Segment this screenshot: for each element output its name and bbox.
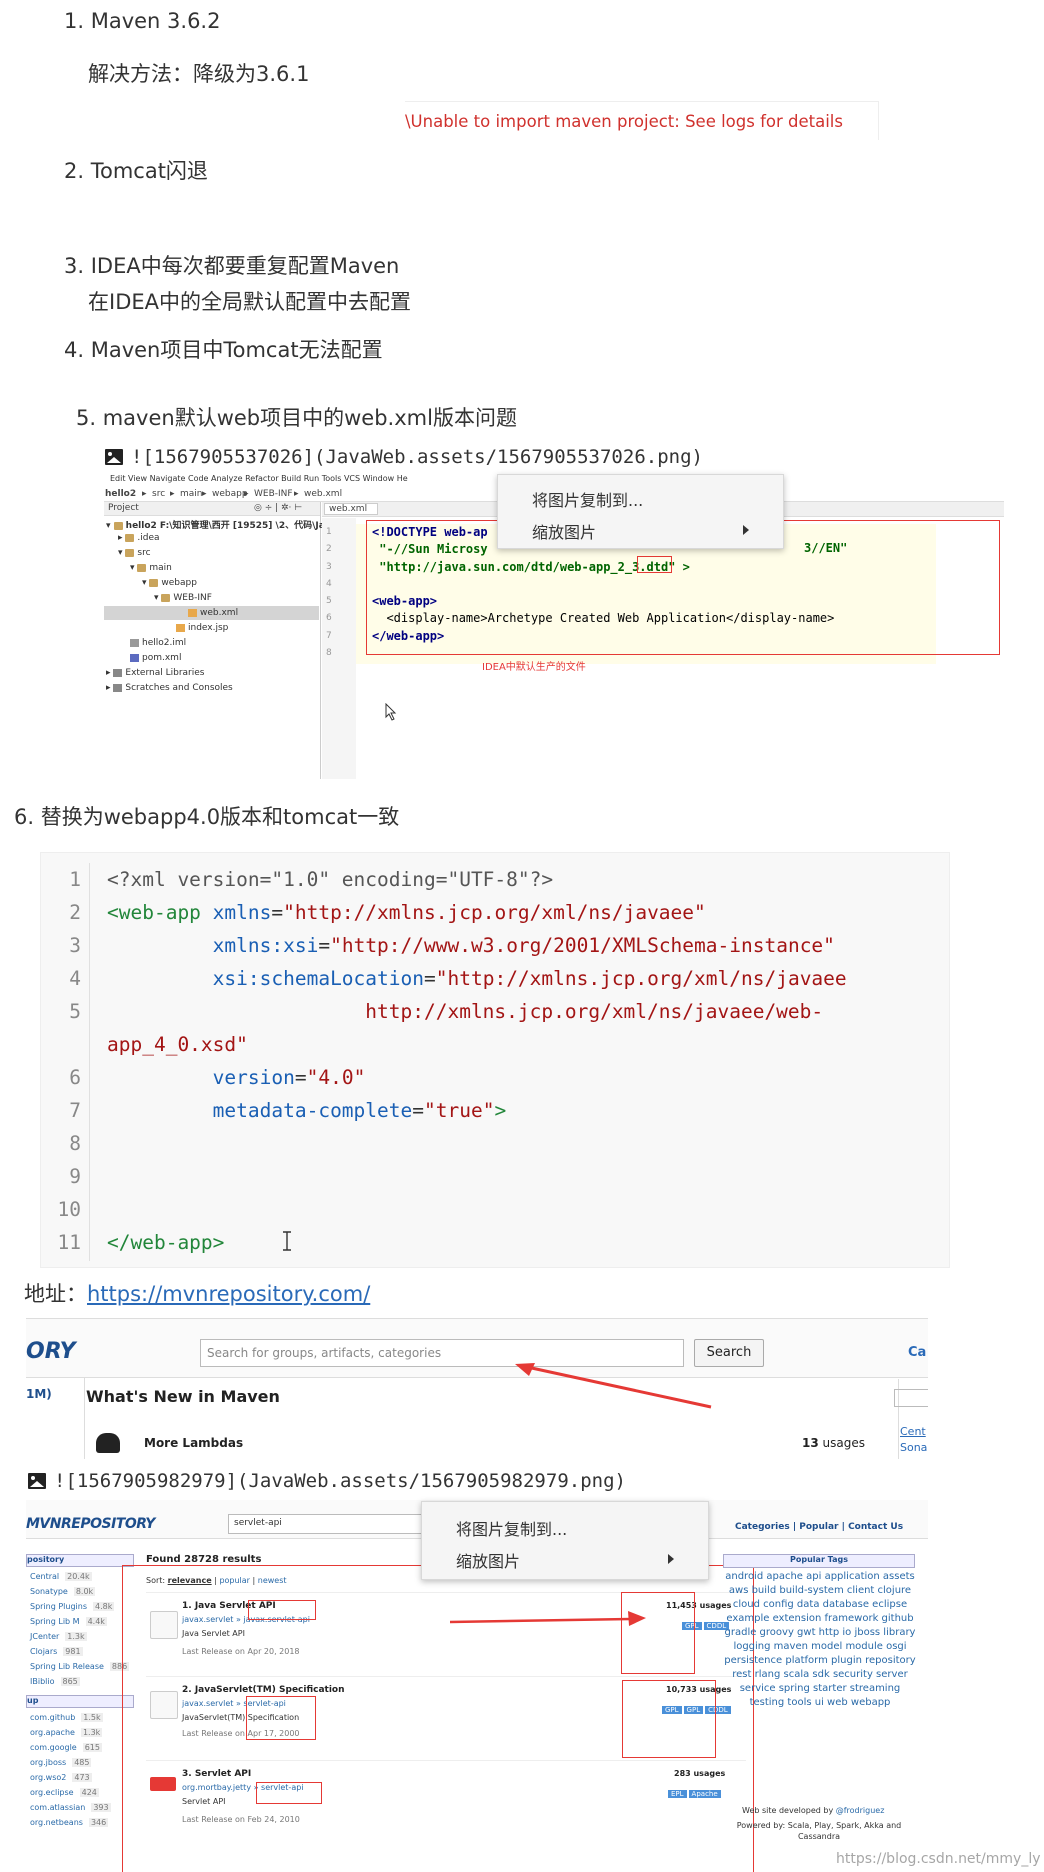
mvn-whats-new: What's New in Maven: [86, 1387, 280, 1406]
side-item[interactable]: org.wso2 473: [28, 1773, 92, 1782]
image-icon: [28, 1473, 46, 1489]
side-item[interactable]: org.netbeans 346: [28, 1818, 109, 1827]
list-item-5: 5. maven默认web项目中的web.xml版本问题: [76, 406, 517, 430]
list-item-1-solution: 解决方法：降级为3.6.1: [88, 62, 310, 86]
tree-item-webapp[interactable]: ▾ webapp: [142, 578, 197, 588]
tree-item-external-libraries[interactable]: ▸ External Libraries: [106, 668, 204, 678]
list-item-1: 1. Maven 3.6.2: [64, 9, 221, 33]
image-icon: [105, 449, 123, 465]
code-content: <?xml version="1.0" encoding="UTF-8"?> <…: [107, 868, 847, 1254]
side-item[interactable]: org.eclipse 424: [28, 1788, 99, 1797]
context-menu-1: 将图片复制到... 缩放图片: [497, 474, 784, 549]
ide-annotation: IDEA中默认生产的文件: [482, 662, 586, 673]
watermark: https://blog.csdn.net/mmy_ly: [836, 1851, 1041, 1867]
tree-item-main[interactable]: ▾ main: [130, 563, 172, 573]
side-item[interactable]: Sonatype 8.0k: [28, 1587, 96, 1596]
side-item[interactable]: Spring Plugins 4.8k: [28, 1602, 115, 1611]
side-item[interactable]: org.apache 1.3k: [28, 1728, 103, 1737]
powered-by: Powered by: Scala, Play, Spark, Akka and…: [736, 1821, 902, 1841]
error-message: \Unable to import maven project: See log…: [405, 112, 843, 131]
tree-item-index-jsp[interactable]: index.jsp: [176, 623, 228, 633]
list-item-3: 3. IDEA中每次都要重复配置Maven: [64, 254, 400, 278]
popular-tags-heading: Popular Tags: [723, 1554, 915, 1568]
mvn2-logo: MVNREPOSITORY: [26, 1516, 155, 1532]
code-block: 1 2 3 4 5 6 7 8 9 10 11 <?xml version="1…: [40, 852, 950, 1268]
mvn-screenshot-1: ORY Search for groups, artifacts, catego…: [26, 1318, 928, 1459]
mvn2-found: Found 28728 results: [146, 1554, 262, 1565]
side-item[interactable]: Central 20.4k: [28, 1572, 92, 1581]
menu-zoom-image[interactable]: 缩放图片: [456, 1548, 520, 1572]
project-panel: Project ◎ ÷ | ✲· ⊢ ▾ hello2 F:\知识管理\西开 […: [104, 502, 331, 779]
nav-categories[interactable]: Categories: [735, 1522, 790, 1532]
nav-popular[interactable]: Popular: [799, 1522, 838, 1532]
tree-item-hello2[interactable]: ▾ hello2 F:\知识管理\西开 [19525] \2、代码\Jav: [106, 518, 331, 531]
side-item[interactable]: JCenter 1.3k: [28, 1632, 87, 1641]
highlight-box-version: [637, 556, 672, 573]
address-line: 地址：https://mvnrepository.com/: [24, 1278, 370, 1308]
tree-item-web-xml[interactable]: web.xml: [188, 608, 238, 618]
nav-contact[interactable]: Contact Us: [848, 1522, 903, 1532]
tree-item-scratches[interactable]: ▸ Scratches and Consoles: [106, 683, 233, 693]
side-item[interactable]: com.github 1.5k: [28, 1713, 103, 1722]
list-item-4: 4. Maven项目中Tomcat无法配置: [64, 338, 383, 362]
address-label: 地址：: [24, 1282, 87, 1306]
side-item[interactable]: Clojars 981: [28, 1647, 83, 1656]
list-item-6: 6. 替换为webapp4.0版本和tomcat一致: [14, 805, 400, 829]
highlight-box-artifact-3: [256, 1782, 322, 1804]
mvn2-nav: Categories | Popular | Contact Us: [735, 1522, 904, 1532]
submenu-arrow-icon: [668, 1554, 674, 1564]
mvn-logo: ORY: [26, 1339, 76, 1364]
menu-zoom-image[interactable]: 缩放图片: [532, 519, 596, 543]
mvn-item-avatar: [96, 1433, 120, 1453]
mvn2-search-input[interactable]: servlet-api: [228, 1514, 430, 1534]
side-item[interactable]: Spring Lib Release 886: [28, 1662, 130, 1671]
menu-copy-image[interactable]: 将图片复制到...: [456, 1516, 567, 1540]
side-item[interactable]: com.google 615: [28, 1743, 102, 1752]
red-arrow-icon-2: [450, 1611, 646, 1626]
highlight-box-usages-2: [622, 1680, 716, 1758]
ide-menubar: Edit View Navigate Code Analyze Refactor…: [110, 474, 408, 483]
project-panel-header: Project ◎ ÷ | ✲· ⊢: [104, 502, 320, 516]
tree-item-idea[interactable]: ▸ .idea: [118, 533, 160, 543]
context-menu-2: 将图片复制到... 缩放图片: [421, 1501, 709, 1580]
side-item[interactable]: org.jboss 485: [28, 1758, 92, 1767]
address-link[interactable]: https://mvnrepository.com/: [87, 1282, 370, 1306]
tree-item-src[interactable]: ▾ src: [118, 548, 151, 558]
mvn-right-link[interactable]: Cent: [900, 1425, 926, 1438]
mvn-nav-cut[interactable]: Ca: [908, 1345, 926, 1360]
tree-item-pom[interactable]: pom.xml: [130, 653, 181, 663]
tab-web-xml[interactable]: web.xml: [324, 503, 379, 515]
cursor-icon: [385, 703, 397, 721]
mvn-item-usages: 13 usages: [802, 1436, 865, 1450]
mvn-right-link-2[interactable]: Sona: [900, 1441, 927, 1454]
error-screenshot: \Unable to import maven project: See log…: [405, 101, 879, 140]
tag-cloud[interactable]: android apache api application assets aw…: [722, 1570, 918, 1710]
editor-gutter: 12345678: [322, 518, 356, 779]
mvn-left-badge: 1M): [26, 1387, 52, 1401]
highlight-box-artifact-1: [248, 1600, 316, 1620]
tree-item-iml[interactable]: hello2.iml: [130, 638, 186, 648]
text-cursor-icon: [283, 1231, 291, 1251]
highlight-box-usages-1: [621, 1592, 695, 1674]
code-gutter: 1 2 3 4 5 6 7 8 9 10 11: [41, 863, 90, 1261]
list-item-2: 2. Tomcat闪退: [64, 159, 208, 183]
menu-copy-image[interactable]: 将图片复制到...: [532, 487, 643, 511]
side-item[interactable]: IBiblio 865: [28, 1677, 80, 1686]
highlight-box-artifact-2: [246, 1696, 316, 1740]
tree-item-web-inf[interactable]: ▾ WEB-INF: [154, 593, 212, 603]
side-item[interactable]: Spring Lib M 4.4k: [28, 1617, 107, 1626]
mvn-item-title[interactable]: More Lambdas: [144, 1436, 243, 1450]
list-item-3-sub: 在IDEA中的全局默认配置中去配置: [88, 290, 411, 314]
red-arrow-icon: [515, 1363, 712, 1409]
dev-credit: Web site developed by @frodriguez: [742, 1806, 885, 1815]
submenu-arrow-icon: [743, 525, 749, 535]
side-item[interactable]: com.atlassian 393: [28, 1803, 111, 1812]
